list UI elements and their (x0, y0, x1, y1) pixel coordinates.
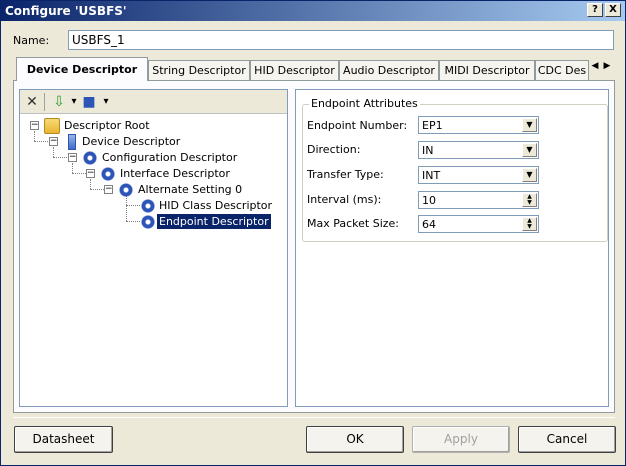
interval-label: Interval (ms): (307, 193, 382, 206)
collapse-icon[interactable]: − (49, 137, 58, 146)
max-packet-size-spinbox[interactable]: 64 ▲ ▼ (418, 215, 539, 233)
collapse-icon[interactable]: − (104, 185, 113, 194)
tree-item-device-descriptor[interactable]: − Device Descriptor (20, 134, 280, 150)
tab-cdc-descriptor[interactable]: CDC Des (535, 60, 589, 80)
name-label: Name: (13, 34, 50, 47)
tree-toolbar: ✕ ⇩ ▾ ■ ▾ (20, 90, 287, 114)
transfer-type-select[interactable]: INT ▼ (418, 166, 539, 184)
endpoint-number-select[interactable]: EP1 ▼ (418, 116, 539, 134)
gear-icon (140, 214, 156, 230)
tree-item-descriptor-root[interactable]: − Descriptor Root (20, 118, 280, 134)
collapse-icon[interactable]: − (30, 121, 39, 130)
chevron-down-icon[interactable]: ▼ (522, 168, 537, 182)
collapse-icon[interactable]: − (68, 153, 77, 162)
tree-item-configuration-descriptor[interactable]: − Configuration Descriptor (20, 150, 280, 166)
tab-scroll-left-icon[interactable]: ◀ (589, 61, 601, 75)
ok-button[interactable]: OK (306, 426, 404, 453)
apply-button[interactable]: Apply (412, 426, 510, 453)
collapse-icon[interactable]: − (86, 169, 95, 178)
interval-spinbox[interactable]: 10 ▲ ▼ (418, 191, 539, 209)
tab-midi-descriptor[interactable]: MIDI Descriptor (439, 60, 535, 80)
max-packet-size-label: Max Packet Size: (307, 217, 400, 230)
gear-icon (82, 150, 98, 166)
chevron-down-icon[interactable]: ▼ (522, 143, 537, 157)
cancel-button[interactable]: Cancel (518, 426, 616, 453)
descriptor-tree-pane: ✕ ⇩ ▾ ■ ▾ − Descriptor Root − Device Des… (19, 89, 288, 407)
datasheet-button[interactable]: Datasheet (14, 426, 113, 453)
tab-audio-descriptor[interactable]: Audio Descriptor (339, 60, 439, 80)
folder-icon (44, 118, 60, 134)
spin-arrows-icon[interactable]: ▲ ▼ (522, 217, 537, 231)
endpoint-number-label: Endpoint Number: (307, 119, 408, 132)
tree-item-interface-descriptor[interactable]: − Interface Descriptor (20, 166, 280, 182)
help-button[interactable]: ? (587, 3, 603, 17)
tree-item-alternate-setting[interactable]: − Alternate Setting 0 (20, 182, 280, 198)
transfer-type-label: Transfer Type: (307, 168, 384, 181)
save-icon[interactable]: ■ (80, 93, 98, 111)
gear-icon (118, 182, 134, 198)
close-icon: X (609, 4, 617, 15)
tab-scroll-right-icon[interactable]: ▶ (601, 61, 613, 75)
footer-divider (13, 417, 615, 418)
configure-dialog: Configure 'USBFS' ? X Name: Device Descr… (0, 0, 626, 466)
direction-label: Direction: (307, 143, 361, 156)
delete-icon[interactable]: ✕ (23, 93, 41, 111)
spin-arrows-icon[interactable]: ▲ ▼ (522, 193, 537, 207)
title-bar: Configure 'USBFS' (1, 1, 625, 21)
gear-icon (140, 198, 156, 214)
tree-item-hid-class-descriptor[interactable]: HID Class Descriptor (20, 198, 280, 214)
tab-hid-descriptor[interactable]: HID Descriptor (250, 60, 339, 80)
tab-string-descriptor[interactable]: String Descriptor (148, 60, 250, 80)
tree-item-endpoint-descriptor[interactable]: Endpoint Descriptor (20, 214, 280, 230)
toolbar-separator (44, 93, 45, 111)
chevron-down-icon[interactable]: ▼ (522, 118, 537, 132)
save-dropdown-icon[interactable]: ▾ (97, 93, 115, 111)
gear-icon (100, 166, 116, 182)
name-input[interactable] (68, 30, 614, 50)
close-button[interactable]: X (605, 3, 621, 17)
direction-select[interactable]: IN ▼ (418, 141, 539, 159)
tab-device-descriptor[interactable]: Device Descriptor (16, 57, 148, 81)
window-title: Configure 'USBFS' (5, 4, 127, 18)
usb-device-icon (68, 134, 76, 150)
group-title: Endpoint Attributes (309, 97, 420, 110)
